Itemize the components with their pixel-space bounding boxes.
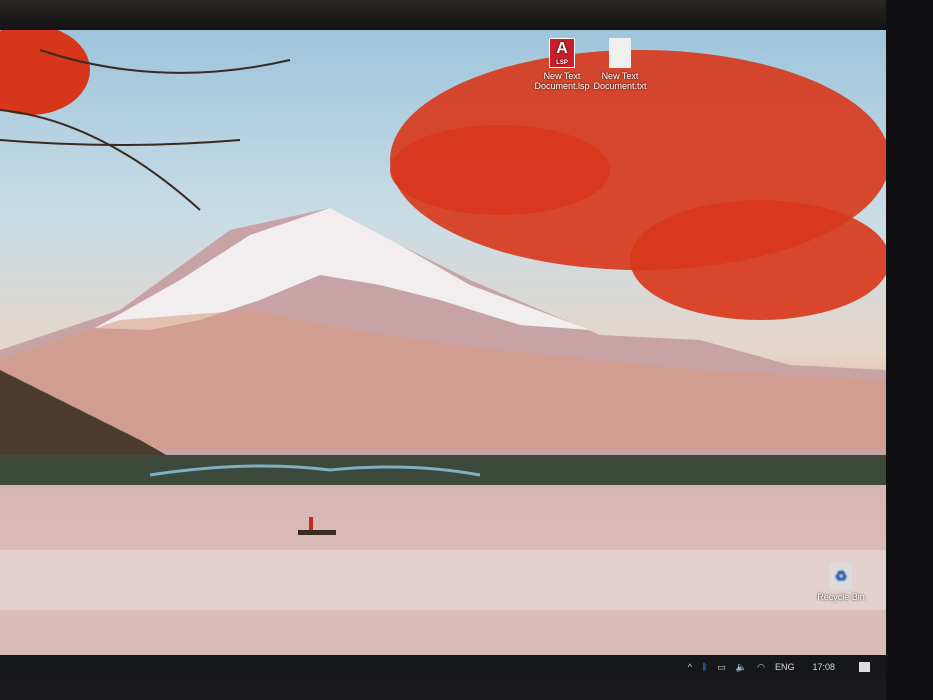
- wallpaper: [0, 30, 886, 655]
- monitor-bezel-top: [0, 0, 933, 30]
- autocad-lsp-file-icon: A LSP: [549, 38, 575, 68]
- notification-icon[interactable]: [859, 662, 870, 672]
- taskbar: ^ ᛒ ▭ 🔈 ◠ ENG 17:08: [0, 655, 886, 679]
- language-indicator[interactable]: ENG: [775, 662, 795, 672]
- icon-label: Recycle Bin: [817, 592, 865, 602]
- icon-badge: LSP: [556, 60, 568, 66]
- desktop[interactable]: A LSP New Text Document.lsp New Text Doc…: [0, 30, 886, 655]
- lake-mist: [0, 550, 886, 610]
- chevron-up-icon[interactable]: ^: [688, 662, 692, 672]
- battery-icon[interactable]: ▭: [717, 662, 726, 673]
- monitor-bezel-right: [886, 0, 933, 700]
- icon-glyph: A: [556, 40, 568, 57]
- text-file-icon: [609, 38, 631, 68]
- clock[interactable]: 17:08: [812, 662, 835, 672]
- boat: [298, 530, 336, 535]
- fisherman: [309, 517, 313, 530]
- desktop-icon-recycle-bin[interactable]: ♻ Recycle Bin: [806, 563, 876, 602]
- icon-label: New Text Document.txt: [593, 71, 647, 91]
- volume-icon[interactable]: 🔈: [736, 662, 747, 673]
- desktop-icon-txt[interactable]: New Text Document.txt: [585, 38, 655, 91]
- wifi-icon[interactable]: ◠: [757, 662, 765, 673]
- recycle-bin-icon: ♻: [830, 563, 852, 589]
- bluetooth-icon[interactable]: ᛒ: [702, 662, 707, 672]
